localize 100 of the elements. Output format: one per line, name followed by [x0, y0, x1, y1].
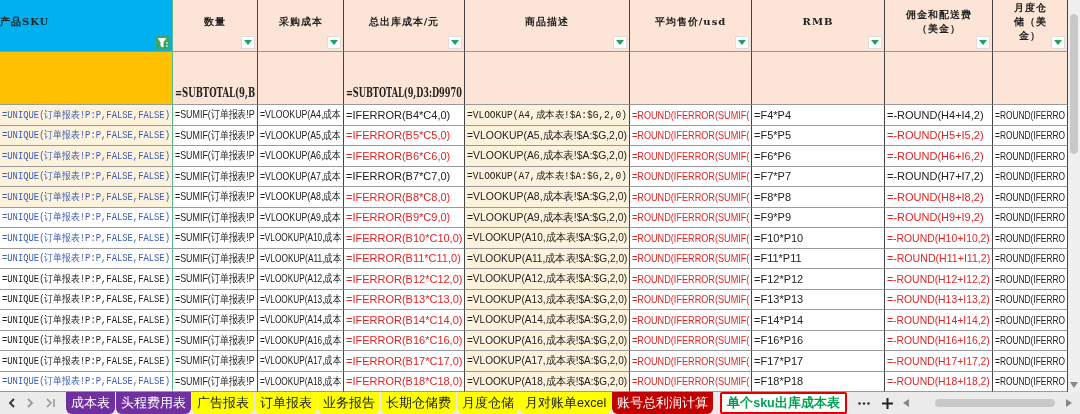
caret-icon — [330, 40, 338, 45]
table-cell: =VLOOKUP(A16,成本表!$A:$G,2,0) — [465, 330, 630, 351]
sheet-tab[interactable]: 月对账单excel — [520, 392, 612, 414]
sheet-tab[interactable]: 订单报表 — [255, 392, 317, 414]
table-cell: =-ROUND(H11+I11,2) — [885, 248, 993, 269]
table-cell: =-ROUND(H8+I8,2) — [885, 187, 993, 208]
add-icon[interactable] — [881, 397, 893, 409]
table-cell: =-ROUND(H6+I6,2) — [885, 146, 993, 167]
table-cell: =VLOOKUP(A17,成本 — [258, 351, 344, 372]
table-cell: =ROUND(IFERROR(SUMIF( — [630, 187, 752, 208]
table-cell: =ROUND(IFERROR(SUMIF( — [630, 289, 752, 310]
table-cell: =-ROUND(H14+I14,2) — [885, 310, 993, 331]
column-header: 产品SKU — [0, 14, 50, 29]
table-cell: =UNIQUE(订单报表!P:P,FALSE,FALSE) — [0, 330, 173, 351]
column-header: 数量 — [204, 14, 226, 29]
next-icon[interactable] — [27, 398, 34, 408]
sheet-tab[interactable]: 成本表 — [66, 392, 115, 414]
table-cell: =SUMIF(订单报表!P — [173, 125, 258, 146]
caret-icon — [451, 40, 459, 45]
dropdown-button[interactable] — [976, 36, 990, 49]
table-cell: =VLOOKUP(A5,成本 — [258, 125, 344, 146]
table-cell: =ROUND(IFERROR(SUMIF( — [630, 105, 752, 126]
table-cell: =-ROUND(H17+I17,2) — [885, 351, 993, 372]
sheet-tab[interactable]: 月度仓储 — [457, 392, 519, 414]
table-cell: =VLOOKUP(A18,成本表!$A:$G,2,0) — [465, 371, 630, 392]
sheet-tab[interactable]: 账号总利润计算 — [612, 392, 714, 414]
table-cell: =UNIQUE(订单报表!P:P,FALSE,FALSE) — [0, 207, 173, 228]
table-cell: =SUBTOTAL(9,D3:D9970 — [344, 52, 465, 105]
column-header: 月度仓储（美金） — [1012, 0, 1048, 43]
table-cell: =SUMIF(订单报表!P — [173, 207, 258, 228]
table-cell: =VLOOKUP(A9,成本 — [258, 207, 344, 228]
scrollbar-thumb[interactable] — [934, 399, 1055, 407]
table-cell: =ROUND(IFERROR(SUMIF( — [630, 248, 752, 269]
table-cell: =SUMIF(订单报表!P — [173, 351, 258, 372]
caret-icon — [1054, 40, 1062, 45]
dropdown-button[interactable] — [868, 36, 882, 49]
column-header: 佣金和配送费（美金） — [904, 7, 973, 36]
dropdown-button[interactable] — [448, 36, 462, 49]
caret-icon — [871, 40, 879, 45]
dropdown-button[interactable] — [735, 36, 749, 49]
dropdown-button[interactable] — [613, 36, 627, 49]
table-cell: =ROUND(IFERROR(SUMIF( — [630, 125, 752, 146]
table-cell: =VLOOKUP(A5,成本表!$A:$G,2,0) — [465, 125, 630, 146]
table-cell: =UNIQUE(订单报表!P:P,FALSE,FALSE) — [0, 125, 173, 146]
sheet-tab[interactable]: 长期仓储费 — [381, 392, 456, 414]
table-cell: =UNIQUE(订单报表!P:P,FALSE,FALSE) — [0, 146, 173, 167]
table-cell: =F13*P13 — [752, 289, 885, 310]
table-cell: =SUMIF(订单报表!P — [173, 105, 258, 126]
table-cell: =F11*P11 — [752, 248, 885, 269]
table-cell: =UNIQUE(订单报表!P:P,FALSE,FALSE) — [0, 289, 173, 310]
table-cell: =ROUND(IFERROR(SUMIF( — [630, 228, 752, 249]
more-icon[interactable] — [857, 401, 870, 405]
table-cell: =ROUND(IFERROR(SUMIF( — [630, 330, 752, 351]
table-cell: =VLOOKUP(A8,成本 — [258, 187, 344, 208]
table-cell: =UNIQUE(订单报表!P:P,FALSE,FALSE) — [0, 269, 173, 290]
table-cell: =VLOOKUP(A6,成本 — [258, 146, 344, 167]
scroll-left-icon[interactable] — [902, 399, 909, 407]
table-cell: =VLOOKUP(A11,成本 — [258, 248, 344, 269]
table-cell: =-ROUND(H5+I5,2) — [885, 125, 993, 146]
table-cell: =ROUND(IFERROR(SUMIF( — [630, 166, 752, 187]
column-header: 商品描述 — [525, 14, 569, 29]
last-icon[interactable] — [46, 398, 56, 408]
table-cell: =SUBTOTAL(9,B — [173, 52, 258, 105]
vertical-scrollbar[interactable] — [1068, 0, 1080, 392]
table-cell: =VLOOKUP(A4,成本表!$A:$G,2,0) — [465, 105, 630, 126]
filter-button[interactable] — [156, 36, 170, 49]
sheet-tab[interactable]: 业务报告 — [318, 392, 380, 414]
table-cell: =F14*P14 — [752, 310, 885, 331]
sheet-tab[interactable]: 头程费用表 — [116, 392, 191, 414]
scroll-right-icon[interactable] — [1066, 399, 1072, 407]
column-header: RMB — [802, 16, 834, 27]
table-cell: =ROUND(IFERROR(SUMIF( — [630, 351, 752, 372]
table-cell: =SUMIF(订单报表!P — [173, 330, 258, 351]
table-cell: =-ROUND(H12+I12,2) — [885, 269, 993, 290]
table-cell: =UNIQUE(订单报表!P:P,FALSE,FALSE) — [0, 351, 173, 372]
scroll-down-icon[interactable] — [1070, 382, 1078, 388]
table-cell: =SUMIF(订单报表!P — [173, 187, 258, 208]
dropdown-button[interactable] — [327, 36, 341, 49]
table-cell: =VLOOKUP(A13,成本表!$A:$G,2,0) — [465, 289, 630, 310]
filter-icon — [158, 37, 168, 48]
table-cell: =F12*P12 — [752, 269, 885, 290]
table-cell: =F6*P6 — [752, 146, 885, 167]
caret-icon — [244, 40, 252, 45]
scrollbar-thumb[interactable] — [1070, 14, 1078, 154]
table-cell: =UNIQUE(订单报表!P:P,FALSE,FALSE) — [0, 105, 173, 126]
table-cell: =VLOOKUP(A12,成本 — [258, 269, 344, 290]
table-cell: =F8*P8 — [752, 187, 885, 208]
sheet-tab[interactable]: 广告报表 — [192, 392, 254, 414]
dropdown-button[interactable] — [241, 36, 255, 49]
table-cell: =SUMIF(订单报表!P — [173, 166, 258, 187]
table-cell: =-ROUND(H16+I16,2) — [885, 330, 993, 351]
previous-icon[interactable] — [8, 398, 15, 408]
table-cell: =SUMIF(订单报表!P — [173, 146, 258, 167]
caret-icon — [979, 40, 987, 45]
table-cell: =VLOOKUP(A10,成本 — [258, 228, 344, 249]
table-cell: =SUMIF(订单报表!P — [173, 310, 258, 331]
table-cell: =UNIQUE(订单报表!P:P,FALSE,FALSE) — [0, 228, 173, 249]
table-cell: =F16*P16 — [752, 330, 885, 351]
table-cell: =VLOOKUP(A11,成本表!$A:$G,2,0) — [465, 248, 630, 269]
dropdown-button[interactable] — [1051, 36, 1065, 49]
